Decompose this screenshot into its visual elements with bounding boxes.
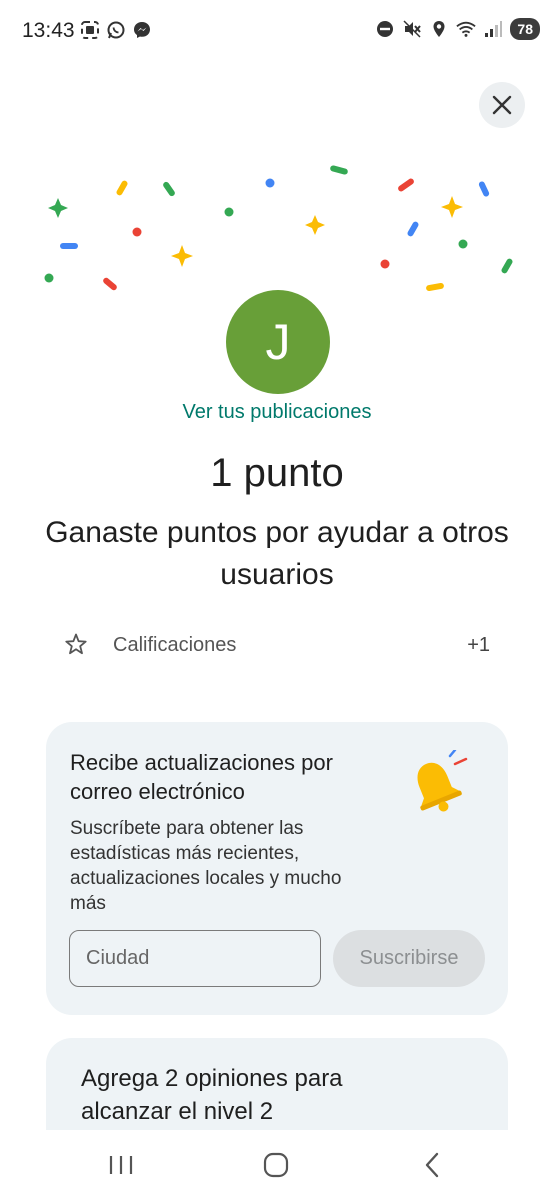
confetti-piece (163, 181, 175, 197)
confetti-piece (407, 221, 419, 237)
status-bar: 13:43 78 (0, 0, 554, 64)
subscribe-button[interactable]: Suscribirse (333, 930, 485, 987)
screenshot-icon (81, 21, 99, 39)
confetti-dot (132, 227, 142, 237)
email-card-description: Suscríbete para obtener las estadísticas… (70, 818, 342, 914)
view-posts-link[interactable]: Ver tus publicaciones (0, 401, 554, 424)
confetti-dot (458, 239, 468, 249)
home-icon (263, 1152, 289, 1178)
confetti-piece (60, 243, 78, 249)
confetti-piece (398, 178, 414, 192)
ratings-row: Calificaciones +1 (64, 630, 492, 662)
city-input[interactable] (69, 930, 321, 987)
whatsapp-icon (107, 21, 125, 39)
recent-apps-button[interactable] (101, 1148, 141, 1182)
star-icon (65, 633, 87, 655)
recent-apps-icon (109, 1156, 133, 1174)
confetti-decoration (44, 165, 513, 292)
messenger-icon (134, 22, 150, 38)
bell-icon (417, 750, 468, 812)
do-not-disturb-icon (377, 21, 394, 37)
mute-icon (403, 20, 422, 38)
confetti-piece (103, 277, 117, 291)
battery-indicator: 78 (510, 18, 540, 40)
sparkle-icon (441, 196, 463, 218)
email-updates-card: Recibe actualizaciones por correo electr… (46, 722, 508, 1015)
back-button[interactable] (412, 1148, 452, 1182)
confetti-piece (478, 181, 490, 197)
points-description: Ganaste puntos por ayudar a otros usuari… (45, 516, 509, 591)
avatar[interactable]: J (226, 290, 330, 394)
ratings-label: Calificaciones (113, 634, 237, 656)
status-time: 13:43 (22, 19, 75, 42)
system-navigation-bar (0, 1130, 554, 1200)
confetti-dot (224, 207, 234, 217)
close-icon (492, 95, 512, 115)
notification-icons (80, 20, 152, 40)
sparkle-icon (171, 245, 193, 267)
confetti-dot (44, 273, 54, 283)
email-card-title: Recibe actualizaciones por correo electr… (70, 750, 333, 804)
back-icon (425, 1152, 439, 1178)
level-card-title: Agrega 2 opiniones para alcanzar el nive… (81, 1065, 343, 1125)
close-button[interactable] (479, 82, 525, 128)
sparkle-icon (48, 198, 68, 218)
avatar-initial: J (265, 314, 291, 370)
location-icon (433, 21, 445, 37)
ratings-value: +1 (467, 634, 490, 656)
confetti-piece (501, 258, 513, 274)
confetti-dot (380, 259, 390, 269)
wifi-icon (456, 21, 477, 37)
signal-icon (485, 21, 503, 37)
home-button[interactable] (256, 1148, 296, 1182)
contributor-points-screen: 13:43 78 J Ver tus publicaciones 1 punto… (0, 0, 554, 1200)
sparkle-icon (305, 215, 325, 235)
confetti-piece (426, 282, 444, 292)
confetti-dot (265, 178, 275, 188)
system-status-icons: 78 (375, 18, 540, 40)
confetti-piece (116, 180, 128, 196)
points-title: 1 punto (210, 451, 344, 495)
confetti-piece (330, 165, 348, 175)
